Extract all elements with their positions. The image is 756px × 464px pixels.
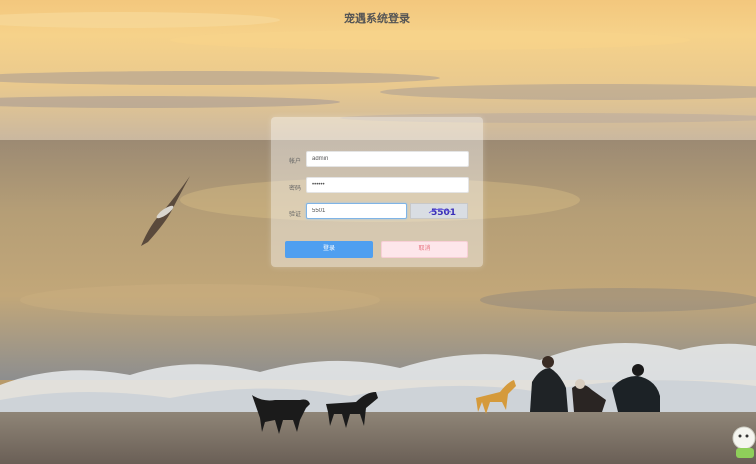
captcha-image[interactable]: 5501: [410, 203, 468, 219]
account-input[interactable]: [306, 151, 469, 167]
account-label: 帐户: [289, 159, 302, 165]
captcha-label: 验证: [289, 212, 302, 218]
reset-button[interactable]: 取消: [381, 241, 468, 258]
login-title: 宠遇系统登录: [344, 12, 410, 25]
mascot-sticker-icon: [732, 426, 756, 458]
login-button[interactable]: 登录: [285, 241, 373, 258]
password-label: 密码: [289, 186, 302, 192]
password-input[interactable]: ••••••: [306, 177, 469, 193]
captcha-input[interactable]: [306, 203, 407, 219]
